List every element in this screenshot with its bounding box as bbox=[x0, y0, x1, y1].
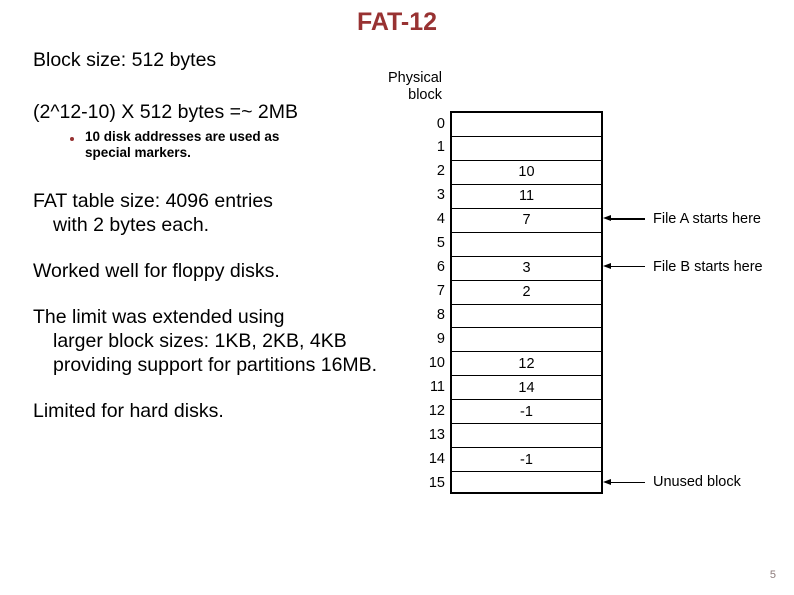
physical-block-diagram: Physical block 0 1 2 10 3 11 4 7 5 6 3 7 2 8 9 10 12 11 14… bbox=[350, 60, 790, 510]
slide-canvas: FAT-12 Block size: 512 bytes (2^12-10) X… bbox=[0, 0, 794, 595]
table-row: 1 bbox=[437, 137, 601, 161]
diagram-annotation: File B starts here bbox=[603, 255, 763, 279]
sub-bullet-item: 10 disk addresses are used as special ma… bbox=[68, 129, 355, 161]
diagram-column-header: Physical block bbox=[350, 70, 442, 103]
paragraph-line: The limit was extended using bbox=[33, 306, 285, 328]
paragraph-line: larger block sizes: 1KB, 2KB, bbox=[53, 330, 305, 352]
sub-bullet-line-1: 10 disk addresses are used as bbox=[85, 129, 280, 144]
arrow-left-icon bbox=[603, 214, 645, 224]
paragraph-capacity: (2^12-10) X 512 bytes =~ 2MB bbox=[33, 100, 385, 124]
paragraph-floppy: Worked well for floppy disks. bbox=[33, 259, 385, 283]
block-index-label: 7 bbox=[436, 283, 445, 300]
block-table: 0 1 2 10 3 11 4 7 5 6 3 7 2 8 9 10 12 11 14 12 -1 13 14 -1 15 bbox=[429, 111, 603, 496]
paragraph-line: Limited for hard disks. bbox=[33, 400, 224, 422]
block-index-label: 8 bbox=[436, 307, 445, 323]
body-text-column: Block size: 512 bytes (2^12-10) X 512 by… bbox=[33, 48, 385, 423]
table-row: 13 bbox=[429, 424, 601, 449]
block-value: 2 bbox=[522, 284, 531, 301]
paragraph-line: (2^12-10) X 512 bytes =~ 2MB bbox=[33, 101, 298, 123]
block-index-label: 2 bbox=[436, 163, 445, 180]
block-value: 11 bbox=[518, 188, 535, 205]
diagram-annotation: File A starts here bbox=[603, 207, 761, 231]
annotation-label: File B starts here bbox=[653, 258, 763, 275]
table-row: 11 14 bbox=[430, 376, 601, 401]
block-value: 3 bbox=[522, 260, 531, 277]
arrow-left-icon bbox=[603, 477, 645, 487]
block-value: 14 bbox=[518, 379, 535, 396]
paragraph-line: FAT table size: 4096 entries bbox=[33, 190, 273, 212]
table-row: 10 12 bbox=[429, 352, 601, 377]
block-index-label: 12 bbox=[428, 402, 445, 419]
table-row: 5 bbox=[437, 233, 601, 257]
block-index-label: 10 bbox=[428, 354, 445, 371]
paragraph-hard-disks: Limited for hard disks. bbox=[33, 399, 385, 423]
block-index-label: 5 bbox=[436, 235, 445, 252]
paragraph-line: with 2 bytes each. bbox=[53, 214, 210, 236]
table-row: 14 -1 bbox=[429, 448, 601, 473]
block-index-label: 14 bbox=[428, 450, 445, 467]
block-index-label: 0 bbox=[436, 115, 445, 132]
paragraph-line: Worked well for floppy disks. bbox=[33, 260, 280, 282]
annotation-label: Unused block bbox=[653, 474, 741, 491]
table-row: 3 11 bbox=[437, 185, 601, 209]
table-row: 2 10 bbox=[437, 161, 601, 185]
table-row: 12 -1 bbox=[429, 400, 601, 425]
paragraph-fat-table-size: FAT table size: 4096 entries with 2 byte… bbox=[33, 189, 385, 237]
diagram-annotation: Unused block bbox=[603, 470, 741, 494]
block-value: 12 bbox=[518, 355, 535, 372]
block-index-label: 3 bbox=[436, 187, 445, 204]
block-index-label: 4 bbox=[436, 211, 445, 228]
table-row: 9 bbox=[437, 328, 601, 353]
table-row: 47 bbox=[437, 209, 601, 233]
block-value: 7 bbox=[522, 212, 531, 229]
table-row: 63 bbox=[437, 257, 601, 281]
table-row: 15 bbox=[429, 472, 601, 496]
diagram-column-header-line-2: block bbox=[408, 86, 442, 103]
page-title: FAT-12 bbox=[356, 8, 438, 36]
block-index-label: 6 bbox=[436, 259, 445, 276]
annotation-label: File A starts here bbox=[653, 210, 761, 227]
block-index-label: 15 bbox=[428, 475, 445, 492]
table-row: 72 bbox=[437, 281, 601, 305]
paragraph-limit-extended: The limit was extended using larger bloc… bbox=[33, 305, 385, 377]
block-value: 10 bbox=[518, 164, 535, 181]
paragraph-line: Block size: 512 bytes bbox=[33, 49, 217, 71]
table-row: 8 bbox=[437, 305, 601, 329]
block-index-label: 13 bbox=[428, 426, 445, 443]
table-row: 0 bbox=[437, 113, 601, 137]
page-number: 5 bbox=[769, 569, 776, 581]
paragraph-block-size: Block size: 512 bytes bbox=[33, 48, 385, 72]
block-value: -1 bbox=[520, 451, 533, 468]
block-value: -1 bbox=[520, 403, 533, 420]
bullet-marker-icon bbox=[70, 137, 74, 141]
block-index-label: 1 bbox=[436, 139, 445, 156]
arrow-left-icon bbox=[603, 262, 645, 272]
diagram-column-header-line-1: Physical bbox=[388, 70, 442, 86]
block-index-label: 11 bbox=[429, 378, 445, 395]
block-index-label: 9 bbox=[436, 330, 445, 347]
sub-bullet-line-2: special markers. bbox=[85, 145, 191, 160]
